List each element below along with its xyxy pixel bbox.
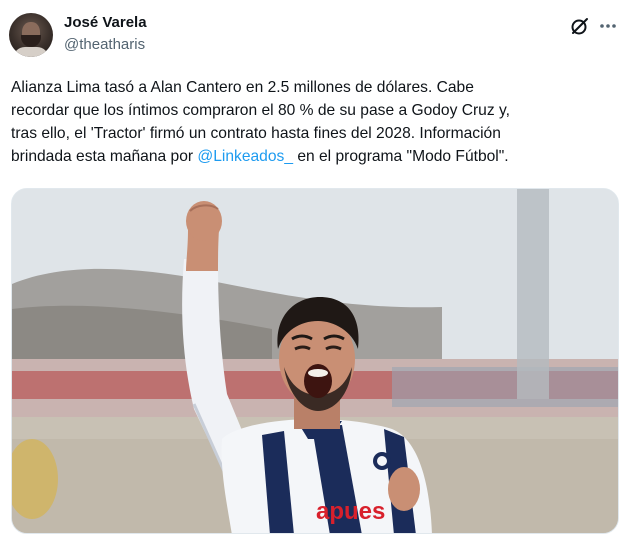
- tweet-text: Alianza Lima tasó a Alan Cantero en 2.5 …: [11, 76, 631, 168]
- avatar[interactable]: [9, 13, 53, 57]
- tweet-text-line-4: brindada esta mañana por @Linkeados_ en …: [11, 145, 631, 168]
- tweet-text-prefix: brindada esta mañana por: [11, 148, 198, 165]
- author-handle[interactable]: @theatharis: [64, 36, 145, 53]
- tweet-text-suffix: en el programa "Modo Fútbol".: [293, 148, 509, 165]
- tweet-text-line-1: Alianza Lima tasó a Alan Cantero en 2.5 …: [11, 79, 474, 96]
- grok-icon[interactable]: [569, 15, 591, 37]
- tweet-header: José Varela @theatharis: [0, 0, 640, 64]
- jersey-sponsor-text: apues: [316, 498, 385, 525]
- avatar-beard: [21, 35, 41, 47]
- tweet-text-line-3: tras ello, el 'Tractor' firmó un contrat…: [11, 125, 501, 142]
- avatar-shirt: [13, 47, 49, 57]
- tweet-text-line-2: recordar que los íntimos compraron el 80…: [11, 102, 510, 119]
- photo-player-celebrating: apues: [12, 189, 618, 533]
- mention-link[interactable]: @Linkeados_: [197, 148, 293, 165]
- more-options-icon[interactable]: [597, 15, 619, 37]
- author-name[interactable]: José Varela: [64, 14, 147, 31]
- tweet-media-image[interactable]: apues: [11, 188, 619, 534]
- tweet-card: José Varela @theatharis Alianza Lima tas…: [0, 0, 640, 538]
